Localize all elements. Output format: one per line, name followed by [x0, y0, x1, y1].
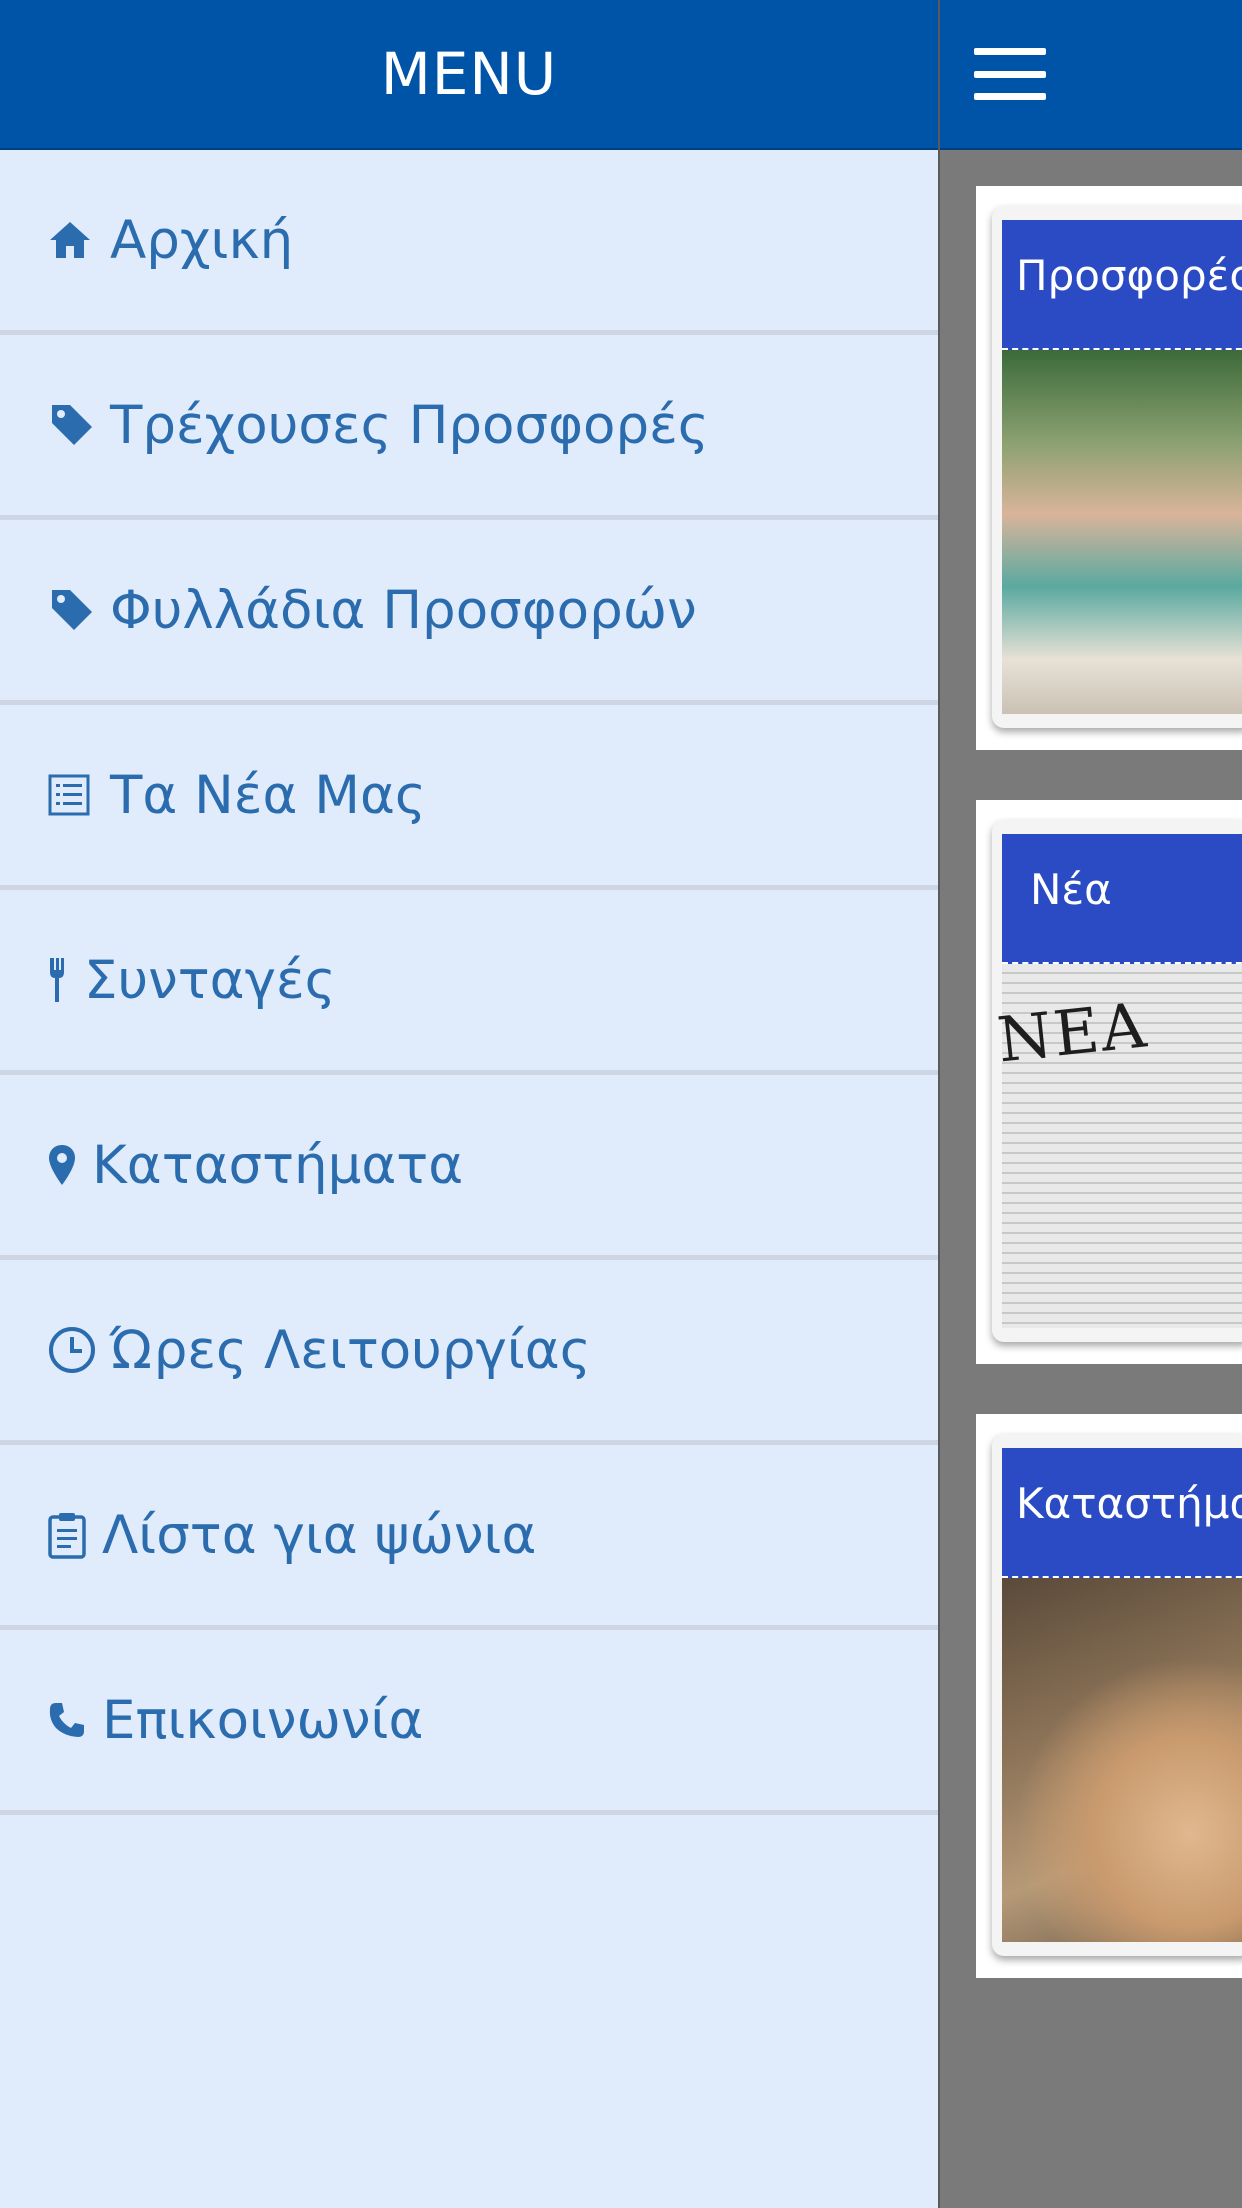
menu-item-label: Τα Νέα Μας [110, 764, 427, 826]
card-title: Νέα [1030, 864, 1112, 914]
top-bar [940, 0, 1242, 150]
menu-item-contact[interactable]: Επικοινωνία [0, 1630, 938, 1815]
newspaper-headline: NEA [994, 988, 1152, 1077]
news-card-tile: Νέα NEA [992, 820, 1242, 1342]
phone-icon [48, 1696, 88, 1744]
map-marker-icon [48, 1141, 78, 1189]
menu-item-label: Επικοινωνία [102, 1689, 424, 1751]
newspaper-image: NEA [994, 964, 1242, 1328]
menu-item-label: Φυλλάδια Προσφορών [110, 579, 697, 641]
offers-card-tile: Προσφορές [992, 206, 1242, 728]
family-meal-image [1002, 350, 1242, 714]
news-card[interactable]: Νέα NEA [976, 800, 1242, 1364]
menu-item-recipes[interactable]: Συνταγές [0, 890, 938, 1075]
tag-icon [48, 401, 96, 449]
tag-icon [48, 586, 96, 634]
stores-card[interactable]: Καταστήματα [976, 1414, 1242, 1978]
clipboard-icon [48, 1511, 88, 1559]
menu-item-label: Καταστήματα [92, 1134, 464, 1196]
menu-item-label: Τρέχουσες Προσφορές [110, 394, 709, 456]
menu-item-news[interactable]: Τα Νέα Μας [0, 705, 938, 890]
card-banner: Καταστήματα [1002, 1448, 1242, 1578]
menu-item-stores[interactable]: Καταστήματα [0, 1075, 938, 1260]
menu-list: Αρχική Τρέχουσες Προσφορές Φυλλάδια Προσ… [0, 150, 938, 1815]
hamburger-menu-icon[interactable] [974, 48, 1046, 100]
menu-item-offer-leaflets[interactable]: Φυλλάδια Προσφορών [0, 520, 938, 705]
offers-card[interactable]: Προσφορές [976, 186, 1242, 750]
card-banner: Προσφορές [1002, 220, 1242, 350]
menu-item-label: Ώρες Λειτουργίας [110, 1319, 591, 1381]
menu-item-label: Λίστα για ψώνια [102, 1504, 537, 1566]
menu-item-opening-hours[interactable]: Ώρες Λειτουργίας [0, 1260, 938, 1445]
home-icon [48, 216, 96, 264]
utensils-icon [48, 956, 70, 1004]
menu-header: MENU [0, 0, 938, 150]
side-menu: MENU Αρχική Τρέχουσες Προσφορές Φυλλάδια… [0, 0, 938, 2208]
menu-title: MENU [380, 40, 558, 108]
stores-card-tile: Καταστήματα [992, 1434, 1242, 1956]
menu-item-shopping-list[interactable]: Λίστα για ψώνια [0, 1445, 938, 1630]
menu-item-home[interactable]: Αρχική [0, 150, 938, 335]
list-icon [48, 771, 96, 819]
store-image [1002, 1578, 1242, 1942]
clock-icon [48, 1326, 96, 1374]
menu-item-label: Συνταγές [84, 949, 336, 1011]
menu-item-label: Αρχική [110, 209, 294, 271]
card-banner: Νέα [1002, 834, 1242, 964]
main-content: Προσφορές Νέα NEA Καταστήματα [938, 0, 1242, 2208]
card-title: Καταστήματα [1016, 1478, 1242, 1528]
menu-item-current-offers[interactable]: Τρέχουσες Προσφορές [0, 335, 938, 520]
card-title: Προσφορές [1016, 250, 1242, 300]
